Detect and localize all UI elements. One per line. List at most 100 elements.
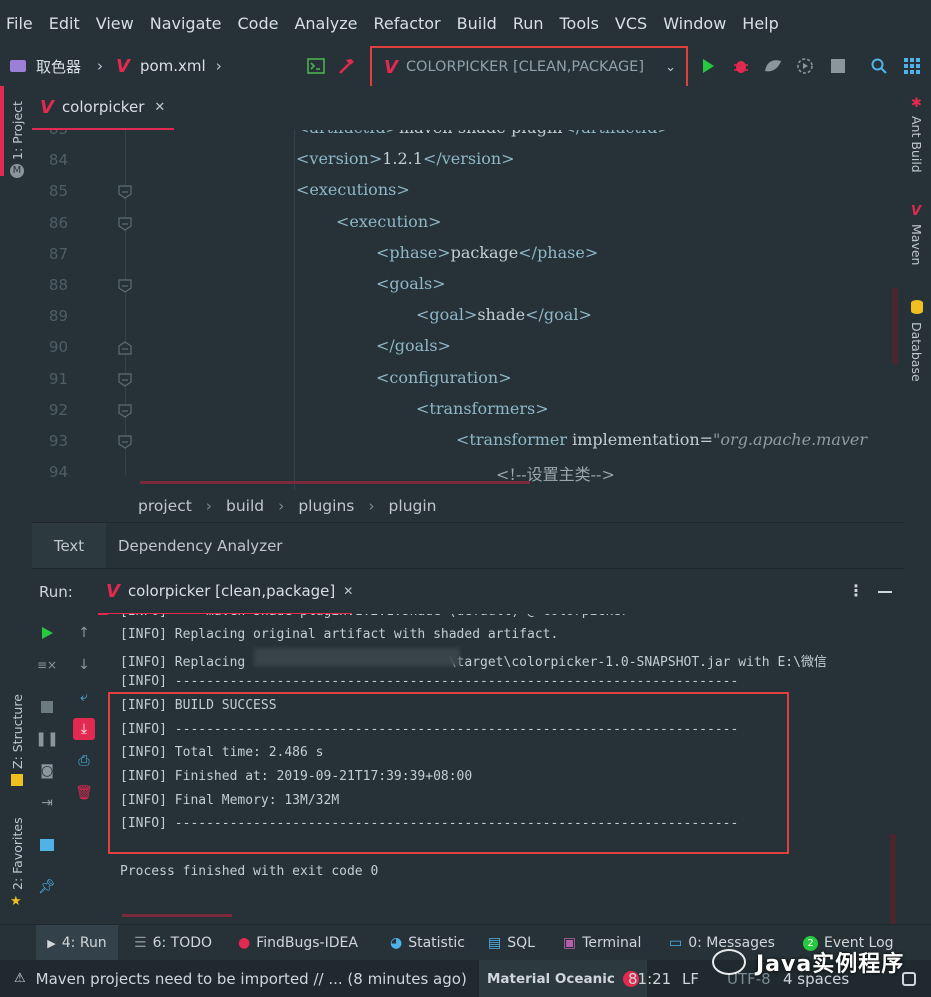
code-line[interactable]: <execution> (336, 212, 442, 231)
theme-indicator[interactable]: Material Oceanic (479, 960, 647, 997)
tool-window-run[interactable]: ▶ 4: Run (36, 925, 118, 961)
tab-text-label: Text (53, 537, 85, 555)
maven-tool-button[interactable]: Maven (909, 224, 924, 265)
soft-wrap-icon[interactable]: ⤶ (73, 686, 95, 708)
breadcrumb-build[interactable]: build (226, 497, 264, 515)
maven-icon: V (911, 204, 922, 219)
run-console-output[interactable]: [INFO] --- maven-shade-plugin:1.2.1:shad… (108, 614, 904, 924)
nav-project[interactable]: 取色器 › (10, 53, 103, 79)
editor-tab-label: colorpicker (61, 98, 145, 116)
print-icon[interactable]: ⎙ (73, 750, 95, 772)
menu-code[interactable]: Code (238, 14, 279, 33)
pause-icon[interactable]: ❚❚ (35, 728, 58, 750)
more-options-icon[interactable]: ⋮ (848, 581, 864, 600)
build-hammer-icon[interactable] (336, 55, 358, 77)
rerun-icon[interactable] (36, 622, 58, 644)
fold-marker-icon[interactable] (117, 340, 133, 356)
code-line[interactable]: <version>1.2.1</version> (296, 149, 515, 168)
stop-icon[interactable] (36, 696, 58, 718)
code-line[interactable]: </goals> (376, 336, 451, 355)
code-line[interactable]: <goal>shade</goal> (416, 305, 592, 324)
horizontal-scrollbar[interactable] (140, 481, 530, 484)
layout-icon[interactable] (36, 834, 58, 856)
editor-tab-colorpicker[interactable]: V colorpicker ✕ (32, 86, 174, 130)
fold-marker-icon[interactable] (117, 434, 133, 450)
breadcrumb-project[interactable]: project (138, 497, 192, 515)
horizontal-scrollbar[interactable] (122, 914, 232, 917)
tool-window-findbugs[interactable]: ● FindBugs-IDEA (238, 925, 358, 961)
favorites-tool-button[interactable]: 2: Favorites (10, 817, 25, 890)
menu-file[interactable]: File (6, 14, 33, 33)
status-message[interactable]: ⚠ Maven projects need to be imported // … (14, 960, 467, 997)
code-line[interactable]: <artifactId>maven-shade-plugin</artifact… (296, 130, 671, 137)
code-line[interactable]: <executions> (296, 180, 410, 199)
run-tab-colorpicker[interactable]: V colorpicker [clean,package] ✕ (98, 569, 353, 615)
code-line[interactable]: <configuration> (376, 368, 512, 387)
code-line[interactable]: <transformers> (416, 399, 549, 418)
arrow-up-icon[interactable]: ↑ (73, 622, 95, 644)
fold-marker-icon[interactable] (117, 278, 133, 294)
menu-navigate[interactable]: Navigate (150, 14, 222, 33)
tool-window-run-label: 4: Run (61, 935, 107, 951)
code-line[interactable]: <transformer implementation="org.apache.… (456, 430, 867, 449)
database-tool-button[interactable]: Database (909, 322, 924, 382)
run-play-icon[interactable] (697, 55, 719, 77)
run-panel-header: Run: V colorpicker [clean,package] ✕ ⋮ (32, 568, 904, 615)
filter-clear-icon[interactable]: ≡× (36, 654, 58, 676)
menu-refactor[interactable]: Refactor (374, 14, 441, 33)
scroll-to-end-icon[interactable]: ⤓ (73, 718, 95, 740)
tool-window-todo[interactable]: ☰ 6: TODO (134, 925, 212, 961)
project-tool-button[interactable]: 1: Project (10, 101, 25, 160)
arrow-down-icon[interactable]: ↓ (73, 654, 95, 676)
fold-marker-icon[interactable] (117, 372, 133, 388)
menu-edit[interactable]: Edit (49, 14, 80, 33)
minimize-icon[interactable] (878, 591, 892, 593)
vertical-scrollbar[interactable] (892, 288, 898, 364)
tool-window-statistic[interactable]: ◕ Statistic (390, 925, 465, 961)
menu-analyze[interactable]: Analyze (294, 14, 357, 33)
menu-vcs[interactable]: VCS (615, 14, 647, 33)
code-token: </goals> (376, 336, 451, 356)
profile-icon[interactable] (794, 55, 816, 77)
trash-icon[interactable]: 🗑︎ (73, 782, 95, 804)
line-separator[interactable]: LF (682, 960, 699, 997)
fold-marker-icon[interactable] (117, 184, 133, 200)
menu-run[interactable]: Run (513, 14, 544, 33)
run-configuration-selector[interactable]: V COLORPICKER [CLEAN,PACKAGE] ⌄ (370, 46, 688, 88)
menu-window[interactable]: Window (663, 14, 726, 33)
menu-view[interactable]: View (96, 14, 134, 33)
menu-help[interactable]: Help (742, 14, 778, 33)
ant-build-tool-button[interactable]: Ant Build (909, 116, 924, 173)
structure-tool-button[interactable]: Z: Structure (10, 694, 25, 769)
terminal-icon[interactable] (305, 55, 327, 77)
xml-breadcrumb: project › build › plugins › plugin (32, 490, 904, 522)
stop-icon[interactable] (827, 55, 849, 77)
tab-text[interactable]: Text (32, 523, 106, 569)
search-icon[interactable] (868, 55, 890, 77)
close-icon[interactable]: ✕ (343, 584, 353, 598)
coverage-icon[interactable] (762, 55, 784, 77)
menu-build[interactable]: Build (457, 14, 497, 33)
code-editor[interactable]: 83 84 85 86 87 88 89 90 91 92 93 94 <artifactId>mav… (32, 130, 904, 490)
code-line[interactable]: <phase>package</phase> (376, 243, 598, 262)
pin-icon[interactable]: 📌︎ (36, 876, 58, 898)
fold-marker-icon[interactable] (117, 403, 133, 419)
exit-icon[interactable]: ⇥ (36, 792, 58, 814)
tab-dependency-analyzer[interactable]: Dependency Analyzer (118, 523, 282, 569)
breadcrumb-plugin[interactable]: plugin (389, 497, 437, 515)
breadcrumb-plugins[interactable]: plugins (298, 497, 354, 515)
code-line[interactable]: <goals> (376, 274, 446, 293)
vertical-scrollbar[interactable] (890, 834, 896, 924)
close-icon[interactable]: ✕ (154, 100, 165, 115)
fold-marker-icon[interactable] (117, 216, 133, 232)
menu-tools[interactable]: Tools (560, 14, 599, 33)
tool-window-sql[interactable]: ▤ SQL (488, 925, 535, 961)
nav-file[interactable]: V pom.xml › (116, 53, 222, 79)
cursor-position[interactable]: 81:21 (628, 960, 671, 997)
camera-icon[interactable]: ◙ (36, 760, 58, 782)
debug-bug-icon[interactable] (730, 55, 752, 77)
todo-list-icon: ☰ (134, 935, 147, 951)
grid-icon[interactable] (901, 55, 923, 77)
tool-window-terminal[interactable]: ▣ Terminal (563, 925, 641, 961)
console-line: [INFO] Replacing \target\colorpicker-1.0… (120, 655, 827, 670)
